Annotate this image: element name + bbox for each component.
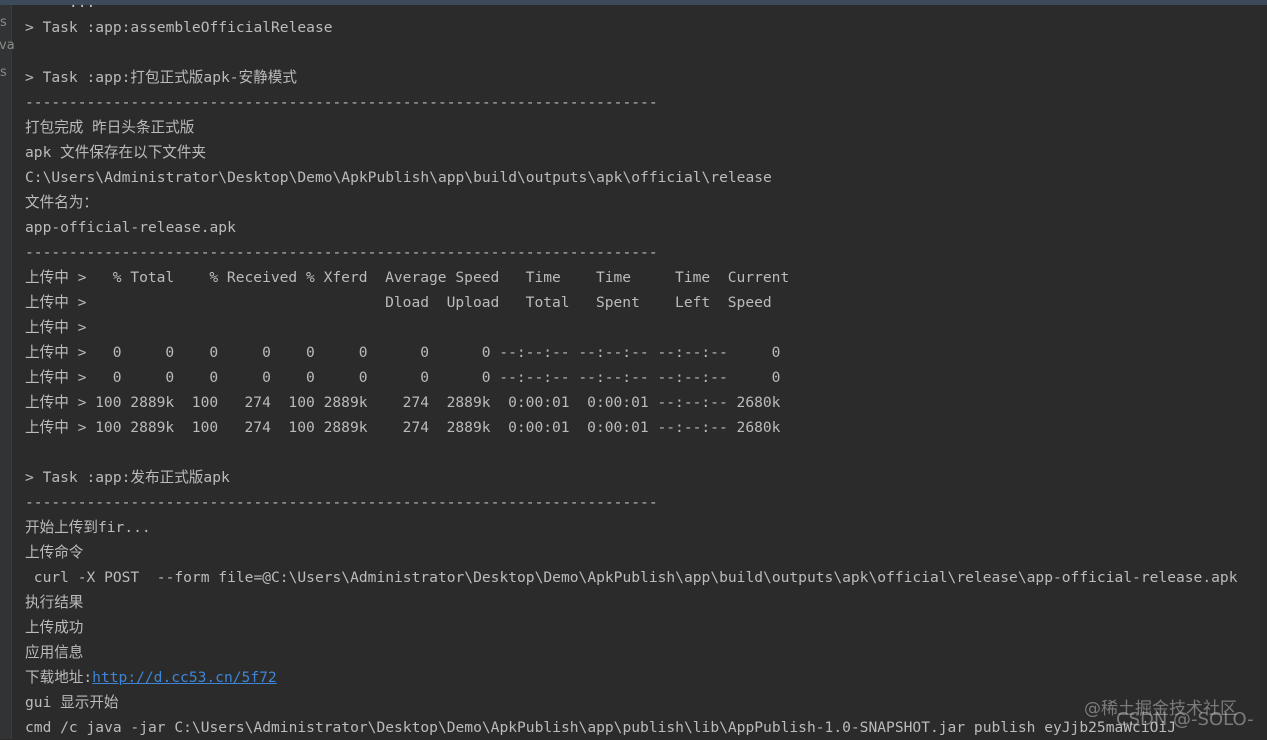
console-line: 上传中 > 0 0 0 0 0 0 0 0 --:--:-- --:--:-- …: [25, 344, 781, 361]
console-line: 文件名为：: [25, 194, 98, 211]
console-line: 上传成功: [25, 619, 84, 636]
console-line: cmd /c java -jar C:\Users\Administrator\…: [25, 719, 1176, 736]
console-line: 上传中 > 100 2889k 100 274 100 2889k 274 28…: [25, 394, 781, 411]
side-gutter: s va s: [0, 5, 15, 739]
download-label: 下载地址:: [25, 669, 93, 686]
console-line: ----------------------------------------…: [25, 244, 658, 261]
console-line: apk 文件保存在以下文件夹: [25, 144, 207, 161]
console-line: > Task :app:打包正式版apk-安静模式: [25, 69, 297, 86]
download-line: 下载地址:http://d.cc53.cn/5f72: [25, 665, 1238, 690]
console-line: 开始上传到fir...: [25, 519, 151, 536]
console-line: C:\Users\Administrator\Desktop\Demo\ApkP…: [25, 169, 772, 186]
console-line: 应用信息: [25, 644, 84, 661]
console-line: 上传中 > 0 0 0 0 0 0 0 0 --:--:-- --:--:-- …: [25, 369, 781, 386]
console-line: gui 显示开始: [25, 694, 119, 711]
console-line: 上传命令: [25, 544, 84, 561]
gutter-fragment: va: [0, 38, 15, 53]
console-line: 上传中 >: [25, 319, 87, 336]
console-line: 执行结果: [25, 594, 84, 611]
console-line: 上传中 > Dload Upload Total Spent Left Spee…: [25, 294, 772, 311]
console-line: ...: [25, 0, 96, 11]
console-line: curl -X POST --form file=@C:\Users\Admin…: [25, 569, 1238, 586]
console-line: 上传中 > % Total % Received % Xferd Average…: [25, 269, 790, 286]
console-line: > Task :app:发布正式版apk: [25, 469, 230, 486]
console-line: > Task :app:assembleOfficialRelease: [25, 19, 333, 36]
console-line: 打包完成 昨日头条正式版: [25, 119, 195, 136]
gutter-fragment: s: [0, 65, 7, 80]
console-line: app-official-release.apk: [25, 219, 236, 236]
console-line: 上传中 > 100 2889k 100 274 100 2889k 274 28…: [25, 419, 781, 436]
console-line: ----------------------------------------…: [25, 94, 658, 111]
console-output[interactable]: ... > Task :app:assembleOfficialRelease > …: [25, 0, 1238, 740]
download-link[interactable]: http://d.cc53.cn/5f72: [92, 669, 277, 686]
gutter-fragment: s: [0, 15, 7, 30]
console-line: ----------------------------------------…: [25, 494, 658, 511]
